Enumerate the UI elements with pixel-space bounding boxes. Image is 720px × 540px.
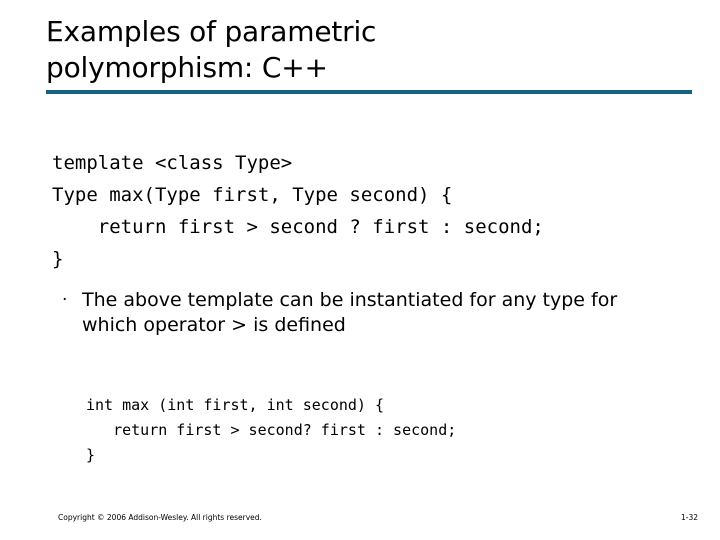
code-block-template-max: template <class Type> Type max(Type firs… xyxy=(52,152,544,270)
page-title-line-1: Examples of parametric xyxy=(46,15,377,48)
bullet-marker-icon: · xyxy=(62,290,68,310)
page-title: Examples of parametric polymorphism: C++ xyxy=(46,14,696,86)
page-title-line-2: polymorphism: C++ xyxy=(46,51,328,84)
footer-page-number: 1-32 xyxy=(680,513,698,522)
bullet-item: · The above template can be instantiated… xyxy=(58,288,658,338)
footer-copyright: Copyright © 2006 Addison-Wesley. All rig… xyxy=(58,513,262,522)
title-underline-rule xyxy=(46,90,692,94)
slide-canvas: Examples of parametric polymorphism: C++… xyxy=(0,0,720,540)
bullet-item-label: The above template can be instantiated f… xyxy=(82,289,618,336)
code-block-int-max: int max (int first, int second) { return… xyxy=(86,396,457,464)
